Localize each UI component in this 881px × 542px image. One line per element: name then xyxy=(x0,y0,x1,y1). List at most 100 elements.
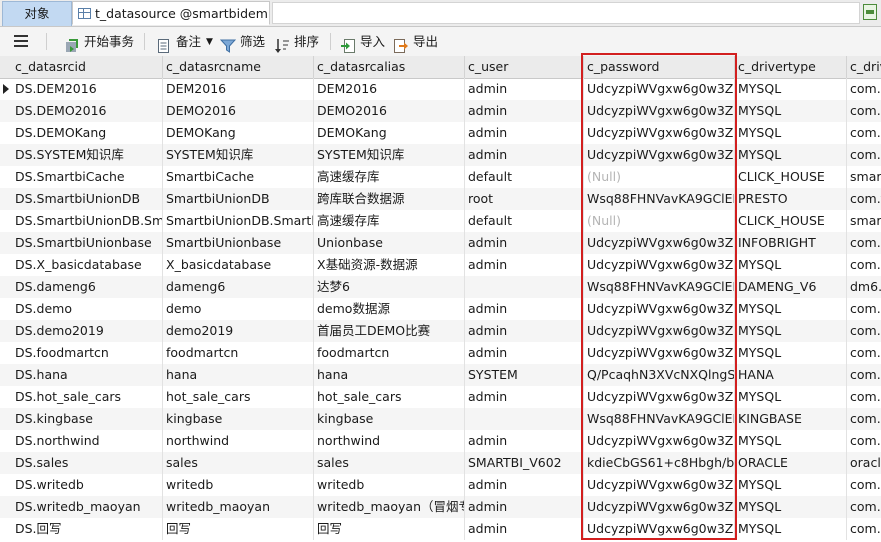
cell-c-datasrcid[interactable]: DS.X_basicdatabase xyxy=(12,254,163,276)
cell-c-user[interactable]: admin xyxy=(465,430,584,452)
cell-c-password[interactable]: UdcyzpiWVgxw6g0w3ZOp xyxy=(584,122,735,144)
cell-c-datasrcname[interactable]: SmartbiUnionbase xyxy=(163,232,314,254)
row-selector[interactable] xyxy=(0,364,12,386)
cell-c-datasrcalias[interactable]: writedb_maoyan（冒烟专月 xyxy=(314,496,465,518)
save-icon[interactable] xyxy=(863,4,877,20)
cell-c-driv[interactable]: com.m xyxy=(847,430,881,452)
cell-c-datasrcalias[interactable]: 达梦6 xyxy=(314,276,465,298)
table-row[interactable]: DS.sales sales sales SMARTBI_V602 kdieCbGS61… xyxy=(0,452,881,474)
cell-c-driv[interactable]: com.m xyxy=(847,144,881,166)
cell-c-password[interactable]: UdcyzpiWVgxw6g0w3ZOp xyxy=(584,342,735,364)
import-button[interactable]: 导入 xyxy=(340,27,385,56)
row-selector[interactable] xyxy=(0,430,12,452)
table-row[interactable]: DS.DEMOKang DEMOKang DEMOKang admin UdcyzpiW… xyxy=(0,122,881,144)
cell-c-datasrcalias[interactable]: Unionbase xyxy=(314,232,465,254)
column-header-c-datasrcid[interactable]: c_datasrcid xyxy=(12,56,163,78)
cell-c-datasrcname[interactable]: hot_sale_cars xyxy=(163,386,314,408)
cell-c-driv[interactable]: com.m xyxy=(847,254,881,276)
cell-c-datasrcid[interactable]: DS.northwind xyxy=(12,430,163,452)
cell-c-datasrcalias[interactable]: DEM2016 xyxy=(314,78,465,100)
table-row[interactable]: DS.DEMO2016 DEMO2016 DEMO2016 admin UdcyzpiW… xyxy=(0,100,881,122)
cell-c-password[interactable]: UdcyzpiWVgxw6g0w3ZOp xyxy=(584,144,735,166)
cell-c-datasrcid[interactable]: DS.DEM2016 xyxy=(12,78,163,100)
cell-c-datasrcalias[interactable]: 回写 xyxy=(314,518,465,540)
cell-c-datasrcid[interactable]: DS.dameng6 xyxy=(12,276,163,298)
cell-c-datasrcname[interactable]: SmartbiCache xyxy=(163,166,314,188)
cell-c-user[interactable]: default xyxy=(465,166,584,188)
cell-c-user[interactable]: root xyxy=(465,188,584,210)
cell-c-datasrcname[interactable]: X_basicdatabase xyxy=(163,254,314,276)
cell-c-driv[interactable]: com.m xyxy=(847,474,881,496)
cell-c-driv[interactable]: com.m xyxy=(847,298,881,320)
cell-c-password[interactable]: UdcyzpiWVgxw6g0w3ZOp xyxy=(584,386,735,408)
cell-c-user[interactable]: admin xyxy=(465,298,584,320)
cell-c-datasrcid[interactable]: DS.writedb xyxy=(12,474,163,496)
cell-c-password[interactable]: UdcyzpiWVgxw6g0w3ZOp xyxy=(584,78,735,100)
cell-c-driv[interactable]: com.m xyxy=(847,78,881,100)
cell-c-drivertype[interactable]: MYSQL xyxy=(735,144,847,166)
cell-c-user[interactable]: admin xyxy=(465,254,584,276)
row-selector[interactable] xyxy=(0,276,12,298)
cell-c-drivertype[interactable]: MYSQL xyxy=(735,320,847,342)
filter-button[interactable]: 筛选 xyxy=(219,27,265,56)
column-header-c-password[interactable]: c_password xyxy=(584,56,735,78)
cell-c-datasrcid[interactable]: DS.回写 xyxy=(12,518,163,540)
row-selector[interactable] xyxy=(0,452,12,474)
cell-c-password[interactable]: Wsq88FHNVavKA9GClEIu xyxy=(584,188,735,210)
table-row[interactable]: DS.DEM2016 DEM2016 DEM2016 admin UdcyzpiWVgx… xyxy=(0,78,881,100)
cell-c-datasrcname[interactable]: SmartbiUnionDB xyxy=(163,188,314,210)
cell-c-datasrcname[interactable]: 回写 xyxy=(163,518,314,540)
table-row[interactable]: DS.demo demo demo数据源 admin UdcyzpiWVgxw6g0w3… xyxy=(0,298,881,320)
row-selector[interactable] xyxy=(0,122,12,144)
table-row[interactable]: DS.回写 回写 回写 admin UdcyzpiWVgxw6g0w3ZOp MYSQL c… xyxy=(0,518,881,540)
cell-c-user[interactable]: admin xyxy=(465,518,584,540)
cell-c-drivertype[interactable]: MYSQL xyxy=(735,122,847,144)
cell-c-user[interactable]: SMARTBI_V602 xyxy=(465,452,584,474)
table-row[interactable]: DS.SYSTEM知识库 SYSTEM知识库 SYSTEM知识库 admin Udcyz… xyxy=(0,144,881,166)
cell-c-datasrcalias[interactable]: DEMOKang xyxy=(314,122,465,144)
cell-c-driv[interactable]: oracl xyxy=(847,452,881,474)
cell-c-user[interactable]: admin xyxy=(465,496,584,518)
table-row[interactable]: DS.kingbase kingbase kingbase Wsq88FHNVavKA… xyxy=(0,408,881,430)
row-selector[interactable] xyxy=(0,254,12,276)
cell-c-datasrcid[interactable]: DS.demo2019 xyxy=(12,320,163,342)
row-selector[interactable] xyxy=(0,166,12,188)
table-row[interactable]: DS.SmartbiUnionbase SmartbiUnionbase Union… xyxy=(0,232,881,254)
cell-c-datasrcname[interactable]: SmartbiUnionDB.SmartbiC xyxy=(163,210,314,232)
cell-c-drivertype[interactable]: MYSQL xyxy=(735,518,847,540)
begin-transaction-button[interactable]: 开始事务 xyxy=(64,27,134,56)
cell-c-driv[interactable]: com.m xyxy=(847,232,881,254)
cell-c-drivertype[interactable]: CLICK_HOUSE xyxy=(735,210,847,232)
table-row[interactable]: DS.X_basicdatabase X_basicdatabase X基础资源-数… xyxy=(0,254,881,276)
row-selector[interactable] xyxy=(0,188,12,210)
cell-c-datasrcalias[interactable]: 高速缓存库 xyxy=(314,210,465,232)
cell-c-datasrcid[interactable]: DS.SmartbiCache xyxy=(12,166,163,188)
table-row[interactable]: DS.SmartbiUnionDB.Smar SmartbiUnionDB.Sma… xyxy=(0,210,881,232)
cell-c-datasrcid[interactable]: DS.foodmartcn xyxy=(12,342,163,364)
cell-c-driv[interactable]: com.k xyxy=(847,408,881,430)
cell-c-driv[interactable]: com.m xyxy=(847,122,881,144)
cell-c-datasrcname[interactable]: DEMOKang xyxy=(163,122,314,144)
cell-c-datasrcalias[interactable]: writedb xyxy=(314,474,465,496)
cell-c-driv[interactable]: com.s xyxy=(847,364,881,386)
cell-c-drivertype[interactable]: MYSQL xyxy=(735,298,847,320)
cell-c-datasrcalias[interactable]: DEMO2016 xyxy=(314,100,465,122)
cell-c-datasrcalias[interactable]: foodmartcn xyxy=(314,342,465,364)
cell-c-user[interactable]: admin xyxy=(465,144,584,166)
menu-icon[interactable] xyxy=(14,35,28,47)
row-selector[interactable] xyxy=(0,386,12,408)
cell-c-password[interactable]: UdcyzpiWVgxw6g0w3ZOp xyxy=(584,518,735,540)
cell-c-user[interactable]: admin xyxy=(465,122,584,144)
table-row[interactable]: DS.demo2019 demo2019 首届员工DEMO比赛 admin Udcyzp… xyxy=(0,320,881,342)
cell-c-datasrcid[interactable]: DS.DEMO2016 xyxy=(12,100,163,122)
table-row[interactable]: DS.writedb_maoyan writedb_maoyan writedb_m… xyxy=(0,496,881,518)
cell-c-drivertype[interactable]: CLICK_HOUSE xyxy=(735,166,847,188)
cell-c-drivertype[interactable]: HANA xyxy=(735,364,847,386)
row-selector[interactable] xyxy=(0,320,12,342)
row-selector[interactable] xyxy=(0,518,12,540)
cell-c-drivertype[interactable]: MYSQL xyxy=(735,254,847,276)
table-row[interactable]: DS.northwind northwind northwind admin Udcyz… xyxy=(0,430,881,452)
cell-c-driv[interactable]: com.m xyxy=(847,342,881,364)
cell-c-driv[interactable]: com.m xyxy=(847,496,881,518)
row-selector[interactable] xyxy=(0,496,12,518)
